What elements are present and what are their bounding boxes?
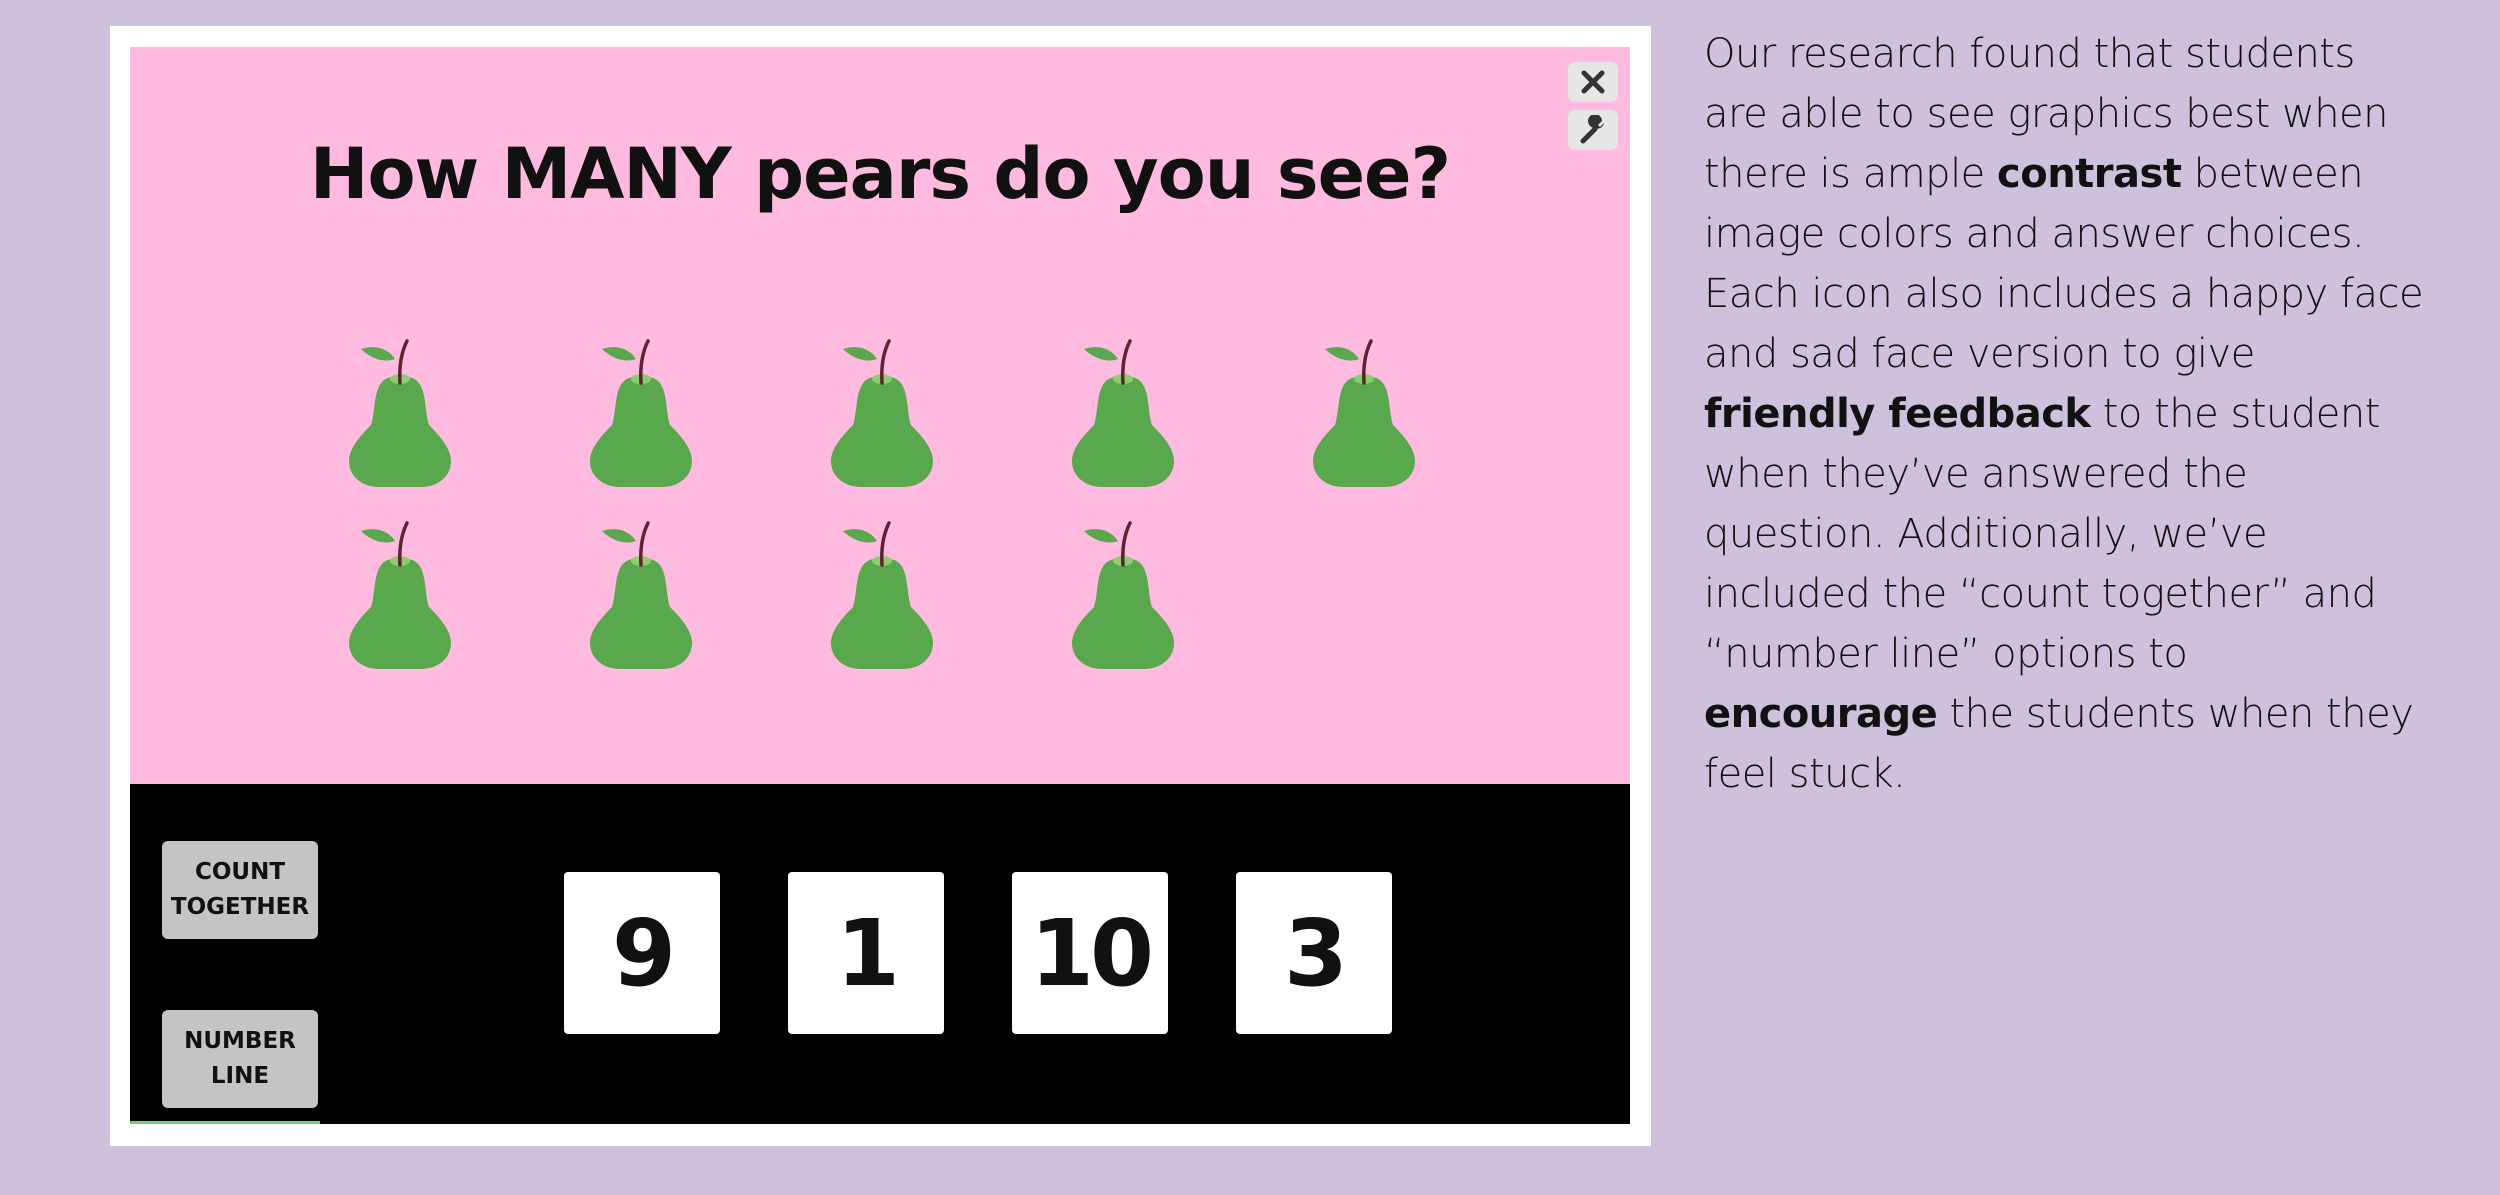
pear-icon [1309, 327, 1419, 487]
number-line-label-line1: NUMBER [184, 1028, 296, 1054]
pear-icon [1068, 509, 1178, 669]
close-button[interactable] [1568, 62, 1618, 102]
description-text: Our research found that students are abl… [1704, 24, 2424, 804]
settings-button[interactable] [1568, 110, 1618, 150]
answer-choice-3[interactable]: 10 [1012, 872, 1168, 1034]
description-bold-feedback: friendly feedback [1704, 391, 2091, 437]
count-together-label-line2: TOGETHER [170, 894, 310, 920]
green-edge-divider [130, 1121, 320, 1124]
game-screen: How MANY pears do you see? COUNT TOGETHE… [130, 47, 1630, 1124]
description-bold-encourage: encourage [1704, 691, 1938, 737]
answer-choice-1[interactable]: 9 [564, 872, 720, 1034]
wrench-icon [1580, 115, 1604, 144]
number-line-button[interactable]: NUMBER LINE [162, 1010, 318, 1108]
count-together-button[interactable]: COUNT TOGETHER [162, 841, 318, 939]
answer-choice-2[interactable]: 1 [788, 872, 944, 1034]
question-title: How MANY pears do you see? [309, 133, 1451, 215]
pear-icon [586, 509, 696, 669]
close-icon [1581, 70, 1605, 94]
number-line-label-line2: LINE [210, 1063, 270, 1089]
pear-icon [827, 509, 937, 669]
answer-choice-4[interactable]: 3 [1236, 872, 1392, 1034]
pear-icon [586, 327, 696, 487]
pear-icon [345, 327, 455, 487]
count-together-label-line1: COUNT [194, 859, 286, 885]
answer-bar: COUNT TOGETHER NUMBER LINE 9 1 10 3 [130, 784, 1630, 1124]
pear-icon [827, 327, 937, 487]
description-bold-contrast: contrast [1997, 151, 2182, 197]
pear-icon [345, 509, 455, 669]
pear-icon [1068, 327, 1178, 487]
